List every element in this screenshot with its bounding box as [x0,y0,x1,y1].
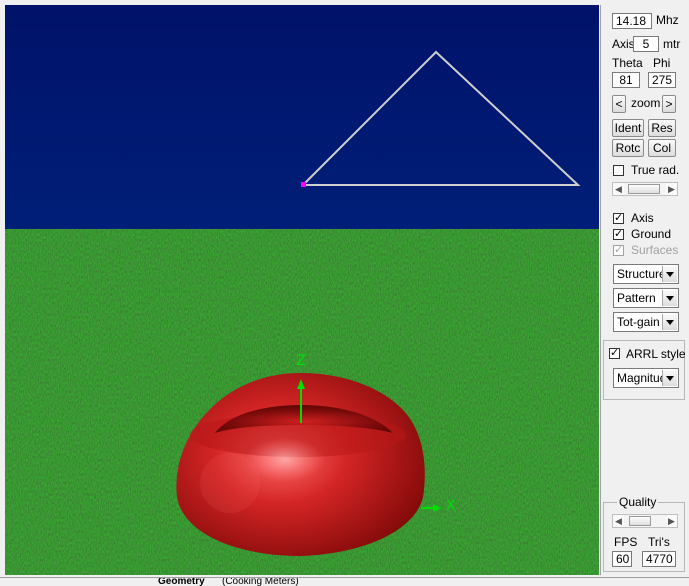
arrl-style-checkbox[interactable]: ✓ [609,348,620,359]
ident-button[interactable]: Ident [612,119,644,137]
surfaces-checkbox: ✓ [613,244,624,256]
zoom-in-button[interactable]: > [662,95,676,113]
feed-point-marker [301,182,306,187]
slider-thumb[interactable] [628,184,660,194]
axis-length-unit: mtr [663,37,681,51]
arrl-mode-dropdown[interactable]: Magnitude [613,368,679,388]
axis-length-input[interactable]: 5 [633,36,659,52]
rotc-button[interactable]: Rotc [612,139,644,157]
quality-label: Quality [617,495,659,509]
ground-option-label: Ground [631,227,672,241]
frequency-unit: Mhz [656,13,679,27]
quality-slider-right-arrow[interactable]: ▶ [666,515,677,527]
true-rad-checkbox[interactable] [613,165,624,176]
x-axis-label: X [446,498,456,514]
zoom-out-button[interactable]: < [612,95,626,113]
quality-slider[interactable]: ◀ ▶ [612,514,678,528]
phi-label: Phi [653,56,671,70]
arrl-mode-value: Magnitude [617,371,663,385]
structure-dropdown[interactable]: Structure [613,264,679,284]
zoom-label: zoom [631,96,661,110]
theta-input[interactable]: 81 [612,72,640,88]
axis-length-label: Axis [612,37,635,51]
chevron-down-icon[interactable] [662,266,677,282]
control-panel: 14.18 Mhz Axis 5 mtr Theta Phi 81 275 < … [600,5,686,575]
chevron-down-icon[interactable] [662,290,677,306]
structure-dropdown-value: Structure [617,267,663,281]
chevron-down-icon[interactable] [662,314,677,330]
pattern-dropdown-value: Pattern [617,291,656,305]
scene-svg[interactable]: Z X [5,5,599,575]
axis-option-label: Axis [631,211,654,225]
tris-label: Tri's [648,535,670,549]
quality-slider-left-arrow[interactable]: ◀ [613,515,624,527]
theta-label: Theta [612,56,643,70]
quality-slider-thumb[interactable] [629,516,651,526]
sky [5,5,599,231]
slider-left-arrow[interactable]: ◀ [613,183,624,195]
tris-value: 4770 [642,551,676,567]
fps-value: 60 [612,551,632,567]
gain-dropdown[interactable]: Tot-gain [613,312,679,332]
frequency-input[interactable]: 14.18 [612,13,652,29]
axis-checkbox[interactable]: ✓ [613,213,624,224]
ground-checkbox[interactable]: ✓ [613,229,624,240]
true-rad-slider[interactable]: ◀ ▶ [612,182,678,196]
surfaces-option-label: Surfaces [631,243,679,257]
phi-input[interactable]: 275 [648,72,676,88]
pattern-dropdown[interactable]: Pattern [613,288,679,308]
slider-right-arrow[interactable]: ▶ [666,183,677,195]
chevron-down-icon[interactable] [662,370,677,386]
arrl-style-label: ARRL style [626,347,686,361]
z-axis-label: Z [296,353,306,369]
true-rad-label: True rad. [631,163,680,177]
col-button[interactable]: Col [648,139,676,157]
fps-label: FPS [614,535,638,549]
3d-viewport[interactable]: Z X [5,5,599,575]
res-button[interactable]: Res [648,119,676,137]
gain-dropdown-value: Tot-gain [617,315,660,329]
